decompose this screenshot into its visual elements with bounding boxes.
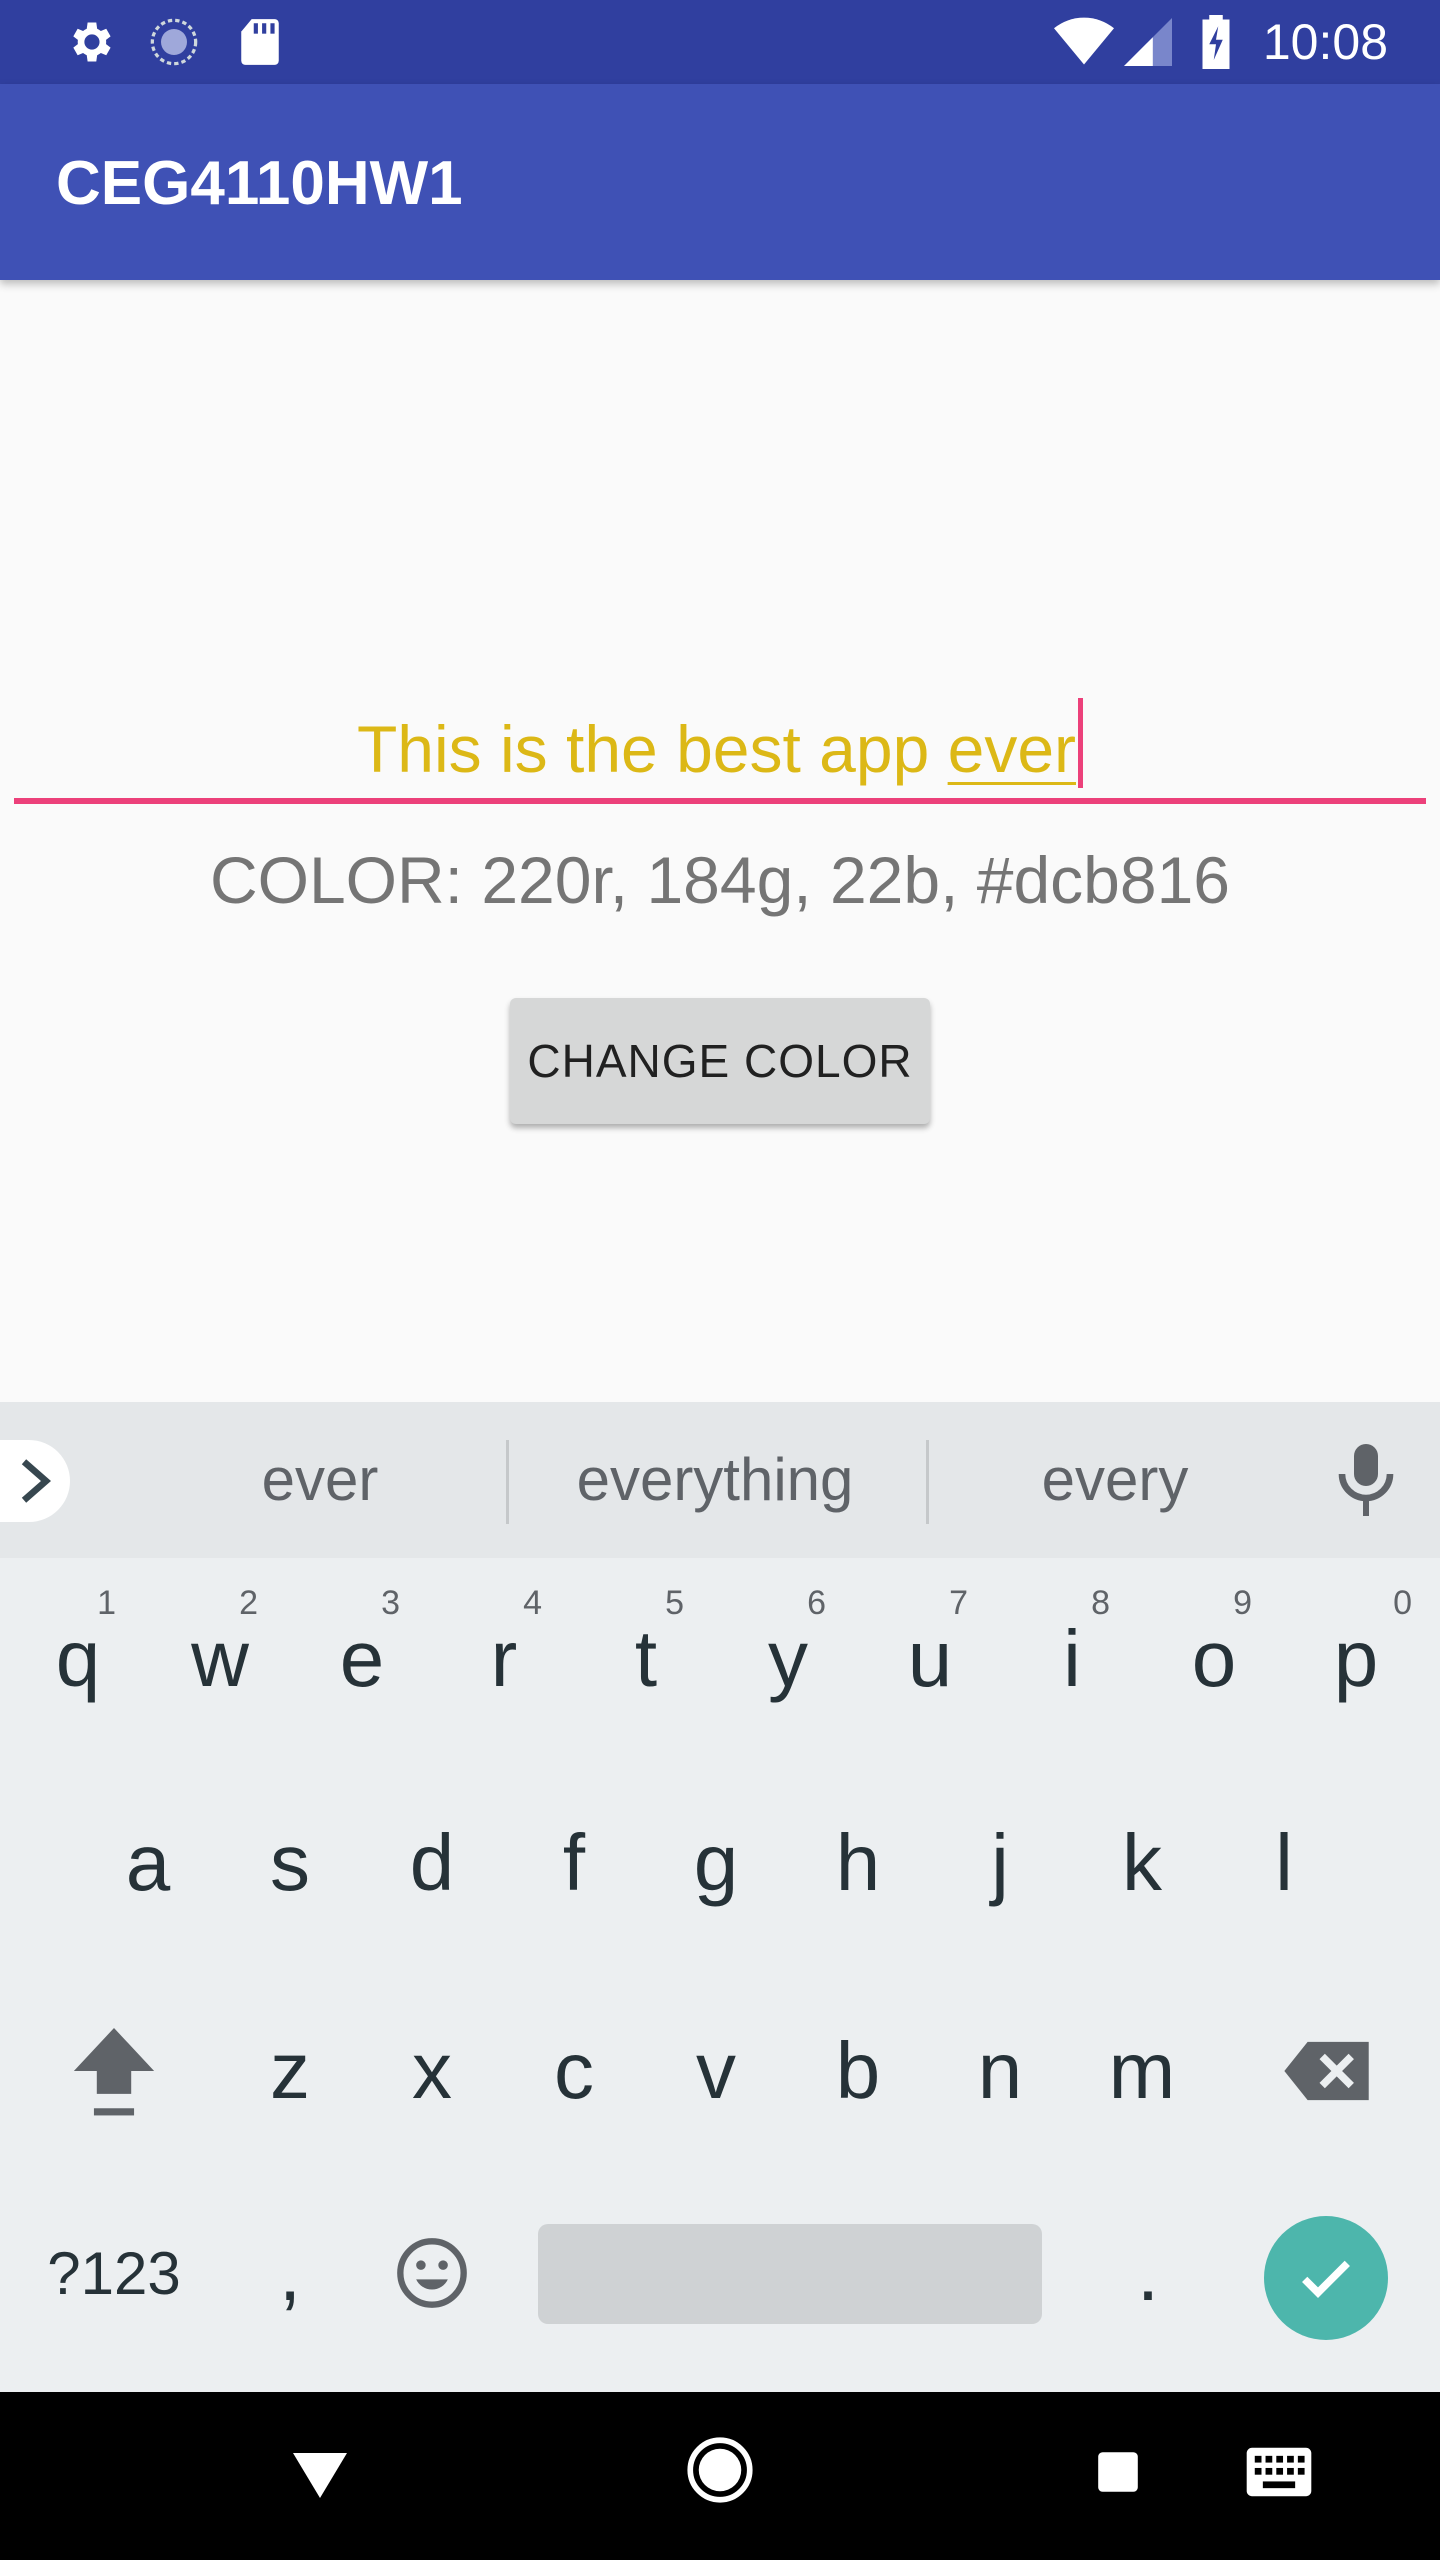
key-label: u	[907, 1614, 953, 1703]
key-hint: 0	[1393, 1584, 1412, 1622]
key-w[interactable]: w2	[150, 1564, 290, 1754]
key-t[interactable]: t5	[576, 1564, 716, 1754]
key-o[interactable]: o9	[1144, 1564, 1284, 1754]
key-i[interactable]: i8	[1002, 1564, 1142, 1754]
key-x[interactable]: x	[362, 1976, 502, 2166]
key-label: y	[768, 1614, 808, 1703]
key-y[interactable]: y6	[718, 1564, 858, 1754]
key-a[interactable]: a	[78, 1768, 218, 1958]
key-d[interactable]: d	[362, 1768, 502, 1958]
color-info-label: COLOR: 220r, 184g, 22b, #dcb816	[209, 843, 1231, 917]
emoji-icon[interactable]	[362, 2178, 502, 2368]
key-label: w	[191, 1614, 249, 1703]
gear-icon	[62, 18, 118, 66]
text-input-underline	[14, 798, 1426, 804]
backspace-icon[interactable]	[1258, 1976, 1398, 2166]
text-cursor	[1078, 698, 1084, 788]
key-s[interactable]: s	[220, 1768, 360, 1958]
key-hint: 8	[1091, 1584, 1110, 1622]
text-input-composing-word: ever	[947, 712, 1077, 786]
soft-keyboard: ever everything every q1 w2 e3 r4 t5 y6 …	[0, 1402, 1440, 2392]
wifi-icon	[1052, 17, 1116, 66]
text-input-prefix: This is the best app	[356, 712, 948, 786]
key-u[interactable]: u7	[860, 1564, 1000, 1754]
key-label: r	[490, 1614, 518, 1703]
period-key[interactable]: .	[1078, 2178, 1218, 2368]
status-bar: 10:08	[0, 0, 1440, 84]
app-title: CEG4110HW1	[56, 149, 463, 218]
key-j[interactable]: j	[930, 1768, 1070, 1958]
key-z[interactable]: z	[220, 1976, 360, 2166]
battery-charging-icon	[1196, 15, 1236, 69]
keyboard-switch-icon[interactable]	[1244, 2444, 1314, 2505]
status-time: 10:08	[1262, 14, 1388, 70]
expand-arrow-icon[interactable]	[0, 1440, 70, 1522]
suggestion-strip: ever everything every	[0, 1402, 1440, 1558]
key-f[interactable]: f	[504, 1768, 644, 1958]
enter-check-icon[interactable]	[1264, 2216, 1388, 2340]
suggestion-3[interactable]: every	[960, 1438, 1270, 1522]
key-g[interactable]: g	[646, 1768, 786, 1958]
recents-icon[interactable]	[1096, 2450, 1140, 2499]
suggestion-divider	[926, 1440, 929, 1524]
key-hint: 3	[381, 1584, 400, 1622]
suggestion-divider	[506, 1440, 509, 1524]
key-label: t	[634, 1614, 658, 1703]
key-m[interactable]: m	[1072, 1976, 1212, 2166]
key-hint: 7	[949, 1584, 968, 1622]
shift-icon[interactable]	[44, 1976, 184, 2166]
key-l[interactable]: l	[1214, 1768, 1354, 1958]
cell-signal-icon	[1122, 18, 1174, 66]
key-label: q	[55, 1614, 101, 1703]
suggestion-2[interactable]: everything	[540, 1438, 890, 1522]
key-c[interactable]: c	[504, 1976, 644, 2166]
space-bar[interactable]	[538, 2224, 1042, 2324]
key-k[interactable]: k	[1072, 1768, 1212, 1958]
key-p[interactable]: p0	[1286, 1564, 1426, 1754]
key-label: o	[1191, 1614, 1237, 1703]
key-v[interactable]: v	[646, 1976, 786, 2166]
text-input-value[interactable]: This is the best app ever	[14, 698, 1426, 789]
key-label: e	[339, 1614, 385, 1703]
text-input[interactable]: This is the best app ever	[14, 680, 1426, 810]
sd-card-icon	[232, 18, 288, 66]
key-hint: 9	[1233, 1584, 1252, 1622]
key-label: i	[1063, 1614, 1081, 1703]
key-q[interactable]: q1	[8, 1564, 148, 1754]
key-hint: 4	[523, 1584, 542, 1622]
change-color-button[interactable]: CHANGE COLOR	[510, 998, 930, 1124]
key-hint: 5	[665, 1584, 684, 1622]
symbols-key[interactable]: ?123	[44, 2178, 184, 2368]
key-label: p	[1333, 1614, 1379, 1703]
navigation-bar	[0, 2392, 1440, 2560]
key-e[interactable]: e3	[292, 1564, 432, 1754]
comma-key[interactable]: ,	[220, 2178, 360, 2368]
key-h[interactable]: h	[788, 1768, 928, 1958]
key-b[interactable]: b	[788, 1976, 928, 2166]
key-r[interactable]: r4	[434, 1564, 574, 1754]
key-hint: 2	[239, 1584, 258, 1622]
sync-icon	[146, 18, 202, 66]
key-hint: 6	[807, 1584, 826, 1622]
home-icon[interactable]	[686, 2436, 754, 2509]
microphone-icon[interactable]	[1336, 1444, 1406, 1520]
suggestion-1[interactable]: ever	[160, 1438, 480, 1522]
app-bar: CEG4110HW1	[0, 84, 1440, 280]
key-hint: 1	[97, 1584, 116, 1622]
key-n[interactable]: n	[930, 1976, 1070, 2166]
back-icon[interactable]	[290, 2446, 350, 2507]
